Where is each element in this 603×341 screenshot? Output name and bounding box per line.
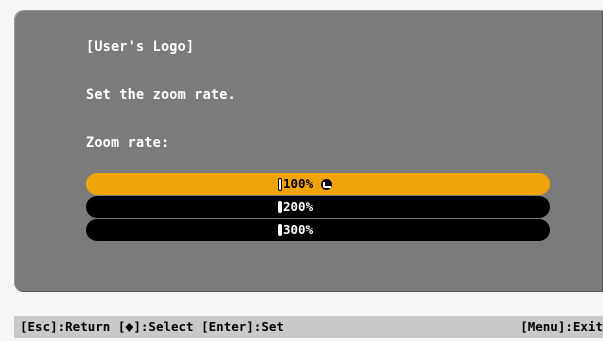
zoom-option-label: 200% <box>283 199 314 214</box>
footer-left-help: [Esc]:Return [ ]:Select [Enter]:Set <box>20 316 284 338</box>
selection-marker-icon <box>278 201 282 213</box>
zoom-option-label: 300% <box>283 222 314 237</box>
select-hint-suffix: ]:Select <box>133 319 194 334</box>
key-help-bar: [Esc]:Return [ ]:Select [Enter]:Set [Menu… <box>14 316 603 338</box>
zoom-rate-list: 100% 200% 300% <box>86 173 550 242</box>
zoom-option-300[interactable]: 300% <box>86 219 550 241</box>
zoom-option-200[interactable]: 200% <box>86 196 550 218</box>
enter-set-hint: [Enter]:Set <box>201 319 284 334</box>
enter-icon <box>321 178 333 190</box>
esc-return-hint: [Esc]:Return <box>20 319 111 334</box>
dialog-title: [User's Logo] <box>86 38 195 56</box>
menu-exit-hint: [Menu]:Exit <box>520 319 603 334</box>
zoom-rate-label: Zoom rate: <box>86 134 170 152</box>
instruction-text: Set the zoom rate. <box>86 86 236 104</box>
select-hint-prefix: [ <box>117 319 126 334</box>
selection-marker-icon <box>278 177 282 191</box>
selection-marker-icon <box>278 224 282 236</box>
zoom-option-label: 100% <box>283 176 314 191</box>
zoom-option-100[interactable]: 100% <box>86 173 550 195</box>
